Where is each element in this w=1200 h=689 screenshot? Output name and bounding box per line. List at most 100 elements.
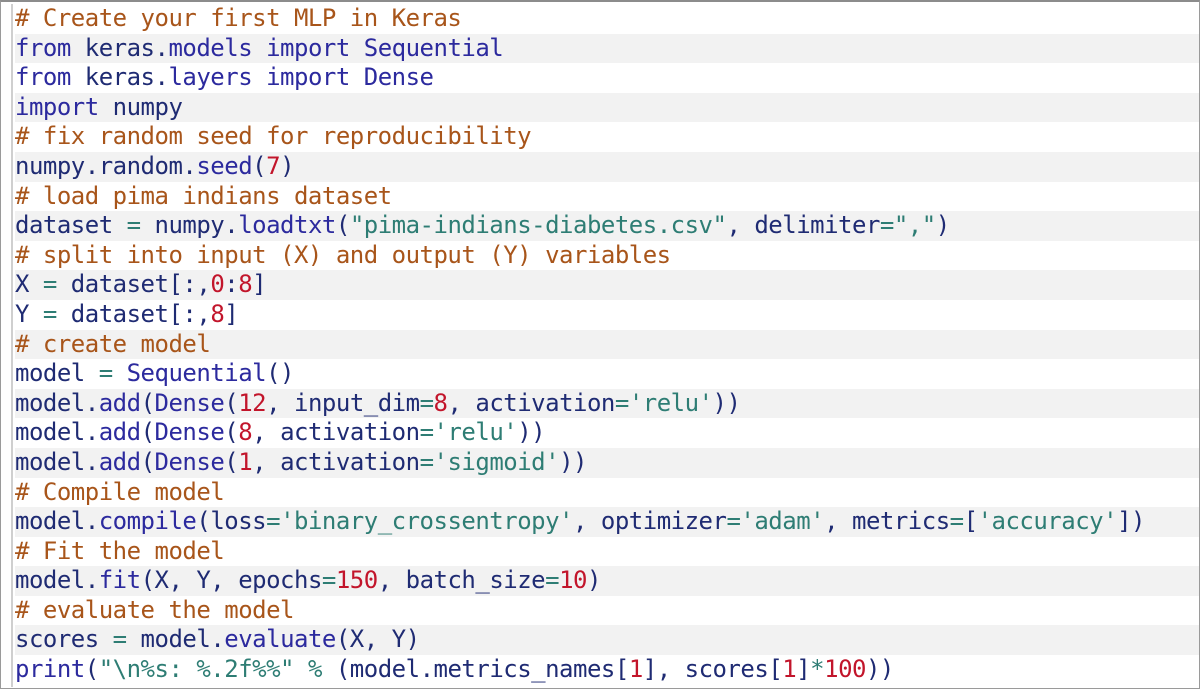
code-token: Dense — [154, 418, 225, 447]
code-line[interactable]: model.add(Dense(1, activation='sigmoid')… — [15, 447, 1199, 478]
gutter-line — [11, 4, 13, 687]
code-token: Dense — [154, 388, 225, 417]
code-token: Y — [15, 299, 43, 328]
code-token: ( — [196, 507, 211, 536]
code-line[interactable]: import numpy — [15, 92, 1199, 123]
code-line[interactable]: # load pima indians dataset — [15, 182, 1199, 212]
code-token: ( — [140, 418, 155, 447]
code-token: [:, — [168, 299, 211, 328]
code-token: . — [84, 151, 99, 180]
code-line[interactable]: from keras.models import Sequential — [15, 33, 1199, 64]
code-token: model — [15, 388, 85, 417]
code-editor[interactable]: # Create your first MLP in Keras from ker… — [0, 0, 1200, 689]
code-token: from — [15, 63, 71, 92]
code-token: ( — [224, 447, 239, 476]
code-token: 7 — [266, 151, 281, 180]
code-token: )) — [517, 418, 546, 447]
code-token: () — [266, 359, 295, 388]
code-token: [:, — [168, 270, 211, 299]
code-token: , optimizer — [573, 507, 727, 536]
code-token: . — [84, 418, 99, 447]
code-token: 150 — [335, 566, 378, 595]
code-token: 'accuracy' — [977, 507, 1118, 536]
code-token: = — [321, 566, 336, 595]
code-token: 0 — [210, 270, 225, 299]
code-line[interactable]: # fix random seed for reproducibility — [15, 122, 1199, 152]
code-token: evaluate — [224, 625, 336, 654]
code-token: # Fit the model — [15, 536, 225, 565]
code-token: seed — [196, 151, 253, 180]
code-token: ]) — [1117, 507, 1145, 536]
code-line[interactable]: dataset = numpy.loadtxt("pima-indians-di… — [15, 211, 1199, 241]
code-token: model — [15, 359, 99, 388]
code-token: 1 — [628, 655, 643, 684]
code-token: = — [419, 388, 434, 417]
code-token: metrics_names — [433, 655, 616, 684]
code-line[interactable]: numpy.random.seed(7) — [15, 151, 1199, 182]
code-line[interactable]: model.compile(loss='binary_crossentropy'… — [15, 507, 1199, 537]
code-token: : — [224, 270, 239, 299]
code-line[interactable]: model = Sequential() — [15, 359, 1199, 389]
code-line[interactable]: X = dataset[:,0:8] — [15, 270, 1199, 300]
code-token: 12 — [238, 388, 267, 417]
code-line[interactable]: scores = model.evaluate(X, Y) — [15, 625, 1199, 656]
code-token: 'adam' — [740, 507, 825, 536]
code-token: add — [98, 418, 141, 447]
code-token: = — [419, 418, 434, 447]
code-token: ( — [335, 211, 350, 240]
code-area[interactable]: # Create your first MLP in Keras from ker… — [15, 4, 1199, 685]
code-line[interactable]: model.fit(X, Y, epochs=150, batch_size=1… — [15, 566, 1199, 596]
code-token: . — [84, 447, 99, 476]
code-line[interactable]: model.add(Dense(8, activation='relu')) — [15, 418, 1199, 448]
code-line[interactable]: model.add(Dense(12, input_dim=8, activat… — [15, 388, 1199, 419]
code-line[interactable]: # create model — [15, 329, 1199, 360]
code-token: ], scores — [642, 655, 769, 684]
code-token: . — [224, 211, 239, 240]
code-token: ( — [140, 447, 155, 476]
code-token: ) — [280, 151, 295, 180]
code-token: = — [98, 359, 113, 388]
code-line[interactable]: # Fit the model — [15, 537, 1199, 567]
code-token: )) — [865, 655, 894, 684]
code-token: = — [726, 507, 741, 536]
code-token: print — [15, 655, 85, 684]
code-token: add — [98, 388, 141, 417]
code-token: = — [42, 270, 57, 299]
code-token: # load pima indians dataset — [15, 181, 392, 210]
code-token: . — [84, 566, 99, 595]
code-token: from — [15, 33, 71, 62]
code-token: 8 — [238, 418, 253, 447]
code-token: . — [154, 63, 169, 92]
code-line[interactable]: print("\n%s: %.2f%%" % (model.metrics_na… — [15, 655, 1199, 685]
code-token: numpy — [140, 211, 225, 240]
code-token: , input_dim — [266, 388, 420, 417]
code-token: . — [154, 33, 169, 62]
code-token: 1 — [238, 447, 253, 476]
code-token: add — [98, 447, 141, 476]
code-token: "\n%s: %.2f%%" — [98, 655, 295, 684]
code-token: model — [15, 566, 85, 595]
code-token: , batch_size — [377, 566, 546, 595]
code-line[interactable]: from keras.layers import Dense — [15, 63, 1199, 93]
code-token: Dense — [349, 63, 434, 92]
code-token: [ — [963, 507, 978, 536]
code-line[interactable]: Y = dataset[:,8] — [15, 300, 1199, 330]
code-token: dataset — [56, 299, 169, 328]
code-token: * — [810, 655, 825, 684]
code-token: compile — [98, 507, 197, 536]
code-token: , activation — [252, 447, 420, 476]
code-token: = — [879, 211, 894, 240]
code-token: model — [126, 625, 211, 654]
code-line[interactable]: # Compile model — [15, 478, 1199, 508]
code-token: numpy — [15, 151, 85, 180]
code-token: loadtxt — [238, 211, 336, 240]
code-line[interactable]: # evaluate the model — [15, 596, 1199, 626]
code-line[interactable]: # Create your first MLP in Keras — [15, 4, 1199, 34]
code-token: 'relu' — [628, 388, 713, 417]
code-token: (X, Y) — [335, 625, 420, 654]
code-line[interactable]: # split into input (X) and output (Y) va… — [15, 241, 1199, 271]
code-token: , activation — [447, 388, 615, 417]
code-token: ) — [586, 566, 601, 595]
code-token: # fix random seed for reproducibility — [15, 122, 532, 151]
